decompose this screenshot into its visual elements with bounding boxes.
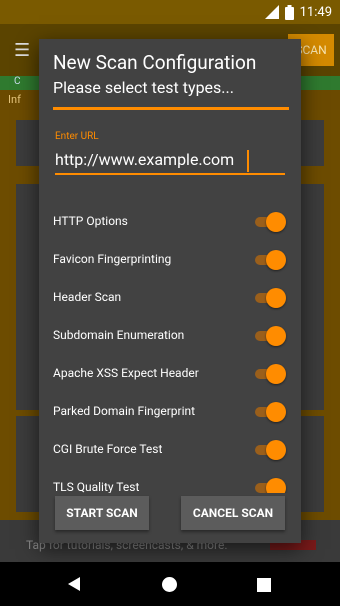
battery-icon: [284, 4, 294, 20]
cancel-scan-button[interactable]: CANCEL SCAN: [181, 496, 285, 530]
signal-icon: [264, 5, 279, 19]
apache-xss-switch[interactable]: [255, 364, 286, 384]
option-row-parked-domain[interactable]: Parked Domain Fingerprint: [39, 393, 301, 431]
favicon-fingerprinting-switch[interactable]: [255, 250, 286, 270]
cgi-brute-force-switch[interactable]: [255, 440, 286, 460]
header-scan-switch[interactable]: [255, 288, 286, 308]
option-label: TLS Quality Test: [53, 480, 140, 493]
option-row-apache-xss[interactable]: Apache XSS Expect Header: [39, 355, 301, 393]
option-row-favicon-fingerprinting[interactable]: Favicon Fingerprinting: [39, 241, 301, 279]
recents-icon[interactable]: [257, 577, 271, 596]
option-row-subdomain-enumeration[interactable]: Subdomain Enumeration: [39, 317, 301, 355]
parked-domain-switch[interactable]: [255, 402, 286, 422]
option-label: Header Scan: [53, 290, 122, 304]
option-label: Favicon Fingerprinting: [53, 252, 172, 266]
test-type-list[interactable]: HTTP Options Favicon Fingerprinting Head…: [39, 203, 301, 493]
home-icon[interactable]: [161, 576, 178, 597]
back-icon[interactable]: [66, 576, 82, 596]
status-time: 11:49: [299, 4, 332, 20]
option-label: Parked Domain Fingerprint: [53, 404, 196, 418]
navigation-bar: [0, 562, 340, 606]
dialog-title: New Scan Configuration: [53, 51, 257, 74]
option-label: HTTP Options: [53, 214, 128, 228]
option-row-tls-quality[interactable]: TLS Quality Test: [39, 469, 301, 493]
new-scan-dialog: New Scan Configuration Please select tes…: [39, 39, 301, 543]
tls-quality-switch[interactable]: [255, 478, 286, 493]
start-scan-button[interactable]: START SCAN: [55, 496, 149, 530]
url-field-label: Enter URL: [55, 131, 99, 142]
status-bar: 11:49: [0, 0, 340, 24]
option-label: Subdomain Enumeration: [53, 328, 185, 342]
text-cursor: [247, 150, 249, 172]
menu-icon[interactable]: ☰: [14, 40, 30, 61]
option-label: CGI Brute Force Test: [53, 442, 163, 456]
subdomain-enumeration-switch[interactable]: [255, 326, 286, 346]
option-label: Apache XSS Expect Header: [53, 366, 199, 380]
option-row-cgi-brute-force[interactable]: CGI Brute Force Test: [39, 431, 301, 469]
url-input[interactable]: [55, 145, 285, 175]
option-row-header-scan[interactable]: Header Scan: [39, 279, 301, 317]
option-row-http-options[interactable]: HTTP Options: [39, 203, 301, 241]
dialog-subtitle: Please select test types...: [53, 78, 234, 97]
http-options-switch[interactable]: [255, 212, 286, 232]
title-divider: [53, 107, 289, 110]
